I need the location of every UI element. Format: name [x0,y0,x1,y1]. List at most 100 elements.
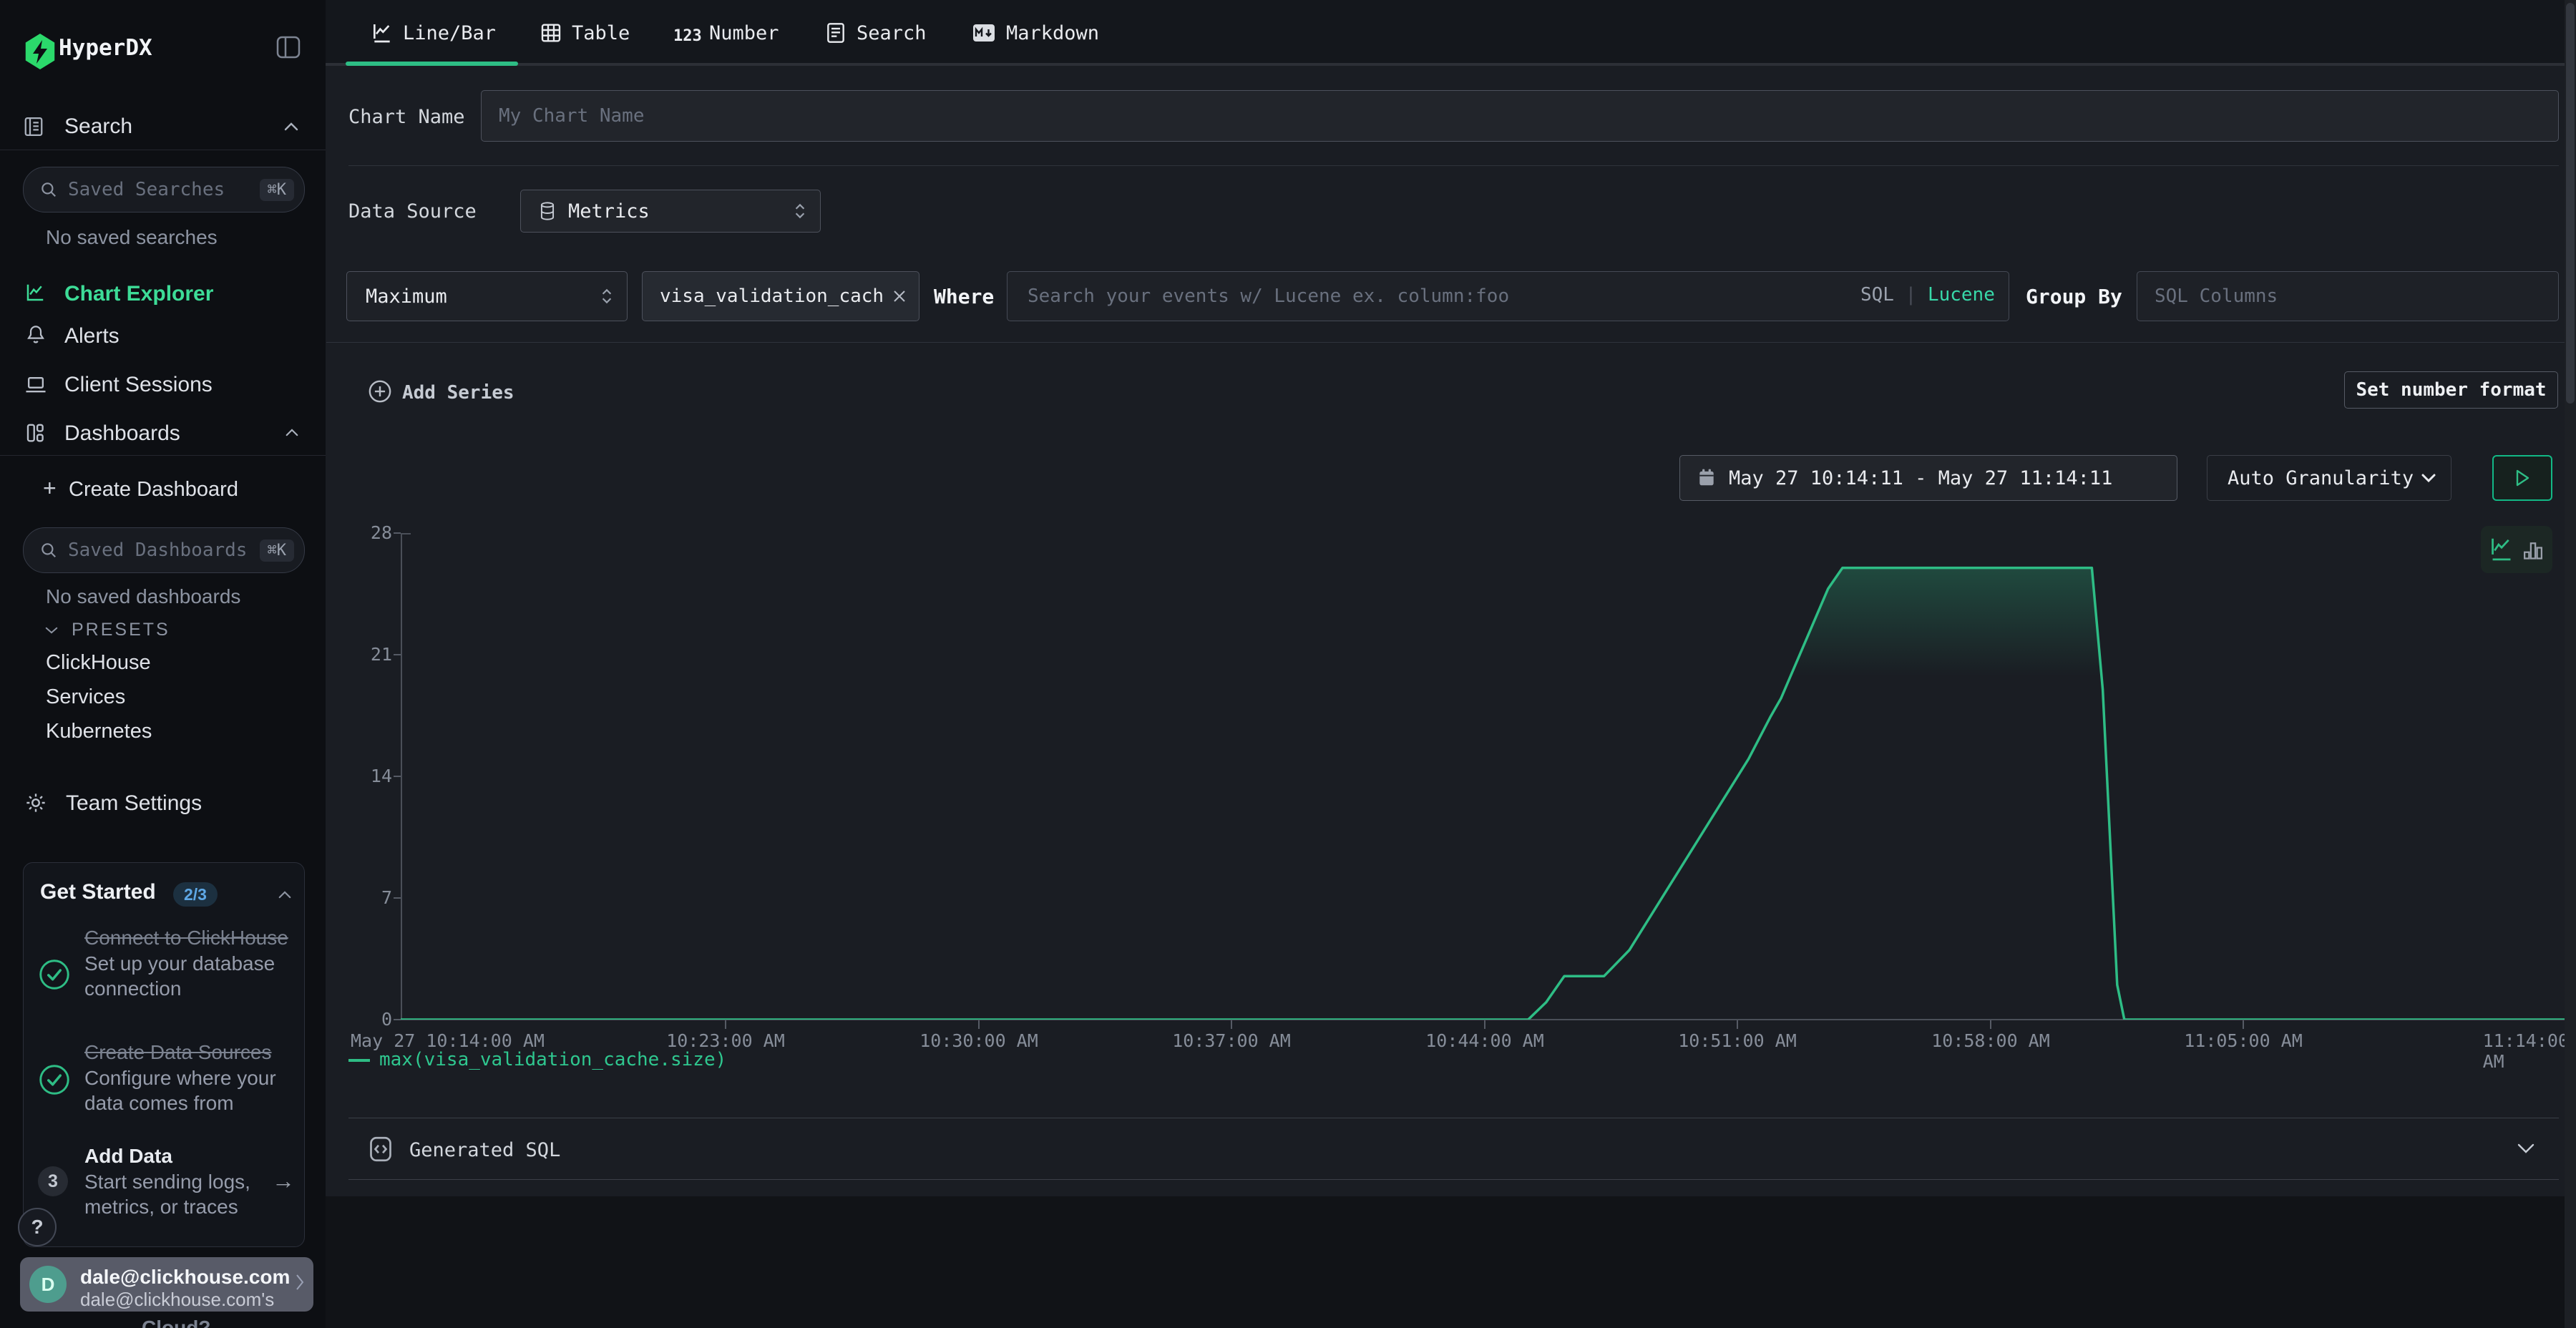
help-button[interactable]: ? [18,1208,57,1246]
divider [348,1179,2559,1180]
search-icon [39,541,58,560]
language-separator: | [1906,284,1917,306]
markdown-tab-icon [972,24,995,42]
preset-clickhouse[interactable]: ClickHouse [46,651,151,675]
y-tick-label: 0 [342,1009,392,1030]
x-tick-label: 10:51:00 AM [1678,1030,1797,1051]
x-tick-label: May 27 10:14:00 AM [351,1030,545,1051]
y-tick [394,654,401,655]
check-circle-icon [39,1064,70,1095]
select-caret-icon [793,202,807,220]
bell-icon [26,323,46,346]
get-started-title: Get Started [40,880,156,904]
date-range-picker[interactable]: May 27 10:14:11 - May 27 11:14:11 [1679,455,2177,501]
tab-number[interactable]: Number [709,22,779,44]
arrow-right-icon[interactable]: → [272,1168,295,1194]
tab-markdown[interactable]: Markdown [1006,22,1099,44]
cutoff-footer-text: Cloud? [142,1317,210,1328]
no-saved-searches-text: No saved searches [46,226,218,249]
data-source-label: Data Source [348,200,477,223]
get-started-step[interactable]: Create Data Sources Configure where your… [84,1039,299,1115]
chart-name-label: Chart Name [348,106,465,128]
granularity-select[interactable]: Auto Granularity [2207,455,2451,501]
dashboards-icon [24,422,46,444]
database-icon [538,201,557,221]
plus-icon: + [43,475,57,502]
laptop-icon [24,375,47,395]
sidebar-item-dashboards[interactable]: Dashboards [64,421,180,446]
run-query-button[interactable] [2492,455,2552,501]
user-org: dale@clickhouse.com's [80,1289,274,1311]
where-input[interactable] [1007,271,2009,321]
chart-name-input[interactable] [481,90,2559,142]
brand-title: HyperDX [59,35,152,61]
get-started-step[interactable]: Add Data Start sending logs, metrics, or… [84,1143,269,1219]
chevron-up-icon[interactable] [278,890,292,899]
metric-tag-label: visa_validation_cach [660,285,884,307]
chevron-down-icon[interactable] [44,625,59,635]
user-card[interactable]: D dale@clickhouse.com dale@clickhouse.co… [20,1257,313,1312]
sidebar-item-team-settings[interactable]: Team Settings [66,791,202,816]
tab-table[interactable]: Table [572,22,630,44]
legend-series-label[interactable]: max(visa_validation_cache.size) [379,1049,726,1070]
no-saved-dashboards-text: No saved dashboards [46,585,240,608]
presets-toggle[interactable]: PRESETS [72,620,170,640]
x-tick-label: 11:14:00 AM [2483,1030,2569,1072]
chevron-up-icon[interactable] [283,122,299,132]
chevron-down-icon[interactable] [2516,1142,2536,1155]
date-range-value: May 27 10:14:11 - May 27 11:14:11 [1729,467,2112,489]
x-tick [1737,1020,1738,1029]
x-tick [1484,1020,1485,1029]
sidebar-item-client-sessions[interactable]: Client Sessions [64,373,213,397]
get-started-step[interactable]: Connect to ClickHouse Set up your databa… [84,924,292,1001]
search-icon [39,180,58,199]
aggregation-select[interactable]: Maximum [346,271,628,321]
preset-services[interactable]: Services [46,685,125,709]
preset-kubernetes[interactable]: Kubernetes [46,720,152,743]
x-tick [1990,1020,1991,1029]
saved-dashboards-input[interactable]: Saved Dashboards ⌘K [23,527,305,573]
query-language-toggle: SQL | Lucene [1860,284,1995,306]
sidebar-item-chart-explorer[interactable]: Chart Explorer [64,282,213,306]
saved-dashboards-placeholder: Saved Dashboards [68,540,247,561]
close-icon[interactable] [892,288,907,304]
play-icon [2514,469,2530,487]
line-chart-plot[interactable] [401,533,2569,1020]
journal-icon [23,115,44,138]
lucene-mode-button[interactable]: Lucene [1928,284,1995,306]
chart-explorer-icon [24,282,46,303]
set-number-format-button[interactable]: Set number format [2344,371,2558,409]
check-circle-icon [39,959,70,990]
sidebar-section-search[interactable]: Search [64,114,132,139]
x-tick-label: 10:30:00 AM [919,1030,1038,1051]
where-label: Where [934,285,994,308]
tab-line-bar[interactable]: Line/Bar [403,22,496,44]
add-series-button[interactable]: Add Series [402,382,514,404]
metric-tag[interactable]: visa_validation_cach [642,271,919,321]
step-desc: Set up your database connection [84,951,292,1001]
chevron-up-icon[interactable] [285,428,299,437]
tab-bar [326,0,2576,66]
progress-badge: 2/3 [173,882,218,907]
scrollbar-track[interactable] [2565,0,2576,1328]
divider [348,165,2559,166]
tab-search[interactable]: Search [857,22,927,44]
x-tick-label: 10:37:00 AM [1172,1030,1291,1051]
data-source-value: Metrics [568,200,650,223]
data-source-select[interactable]: Metrics [520,190,821,233]
plus-circle-icon[interactable] [368,379,392,404]
x-tick [2243,1020,2244,1029]
sidebar-item-alerts[interactable]: Alerts [64,324,119,348]
scrollbar-thumb[interactable] [2566,3,2575,404]
group-by-input[interactable] [2137,271,2559,321]
step-title: Add Data [84,1143,269,1169]
shortcut-badge: ⌘K [260,540,295,562]
create-dashboard-button[interactable]: Create Dashboard [69,478,238,502]
hyperdx-app: HyperDX Search Saved Searches ⌘K No save… [0,0,2576,1328]
sql-mode-button[interactable]: SQL [1860,284,1894,306]
collapse-sidebar-button[interactable] [276,36,301,59]
sidebar: HyperDX Search Saved Searches ⌘K No save… [0,0,326,1328]
saved-searches-input[interactable]: Saved Searches ⌘K [23,167,305,213]
granularity-value: Auto Granularity [2228,467,2414,489]
active-tab-indicator [346,62,518,66]
